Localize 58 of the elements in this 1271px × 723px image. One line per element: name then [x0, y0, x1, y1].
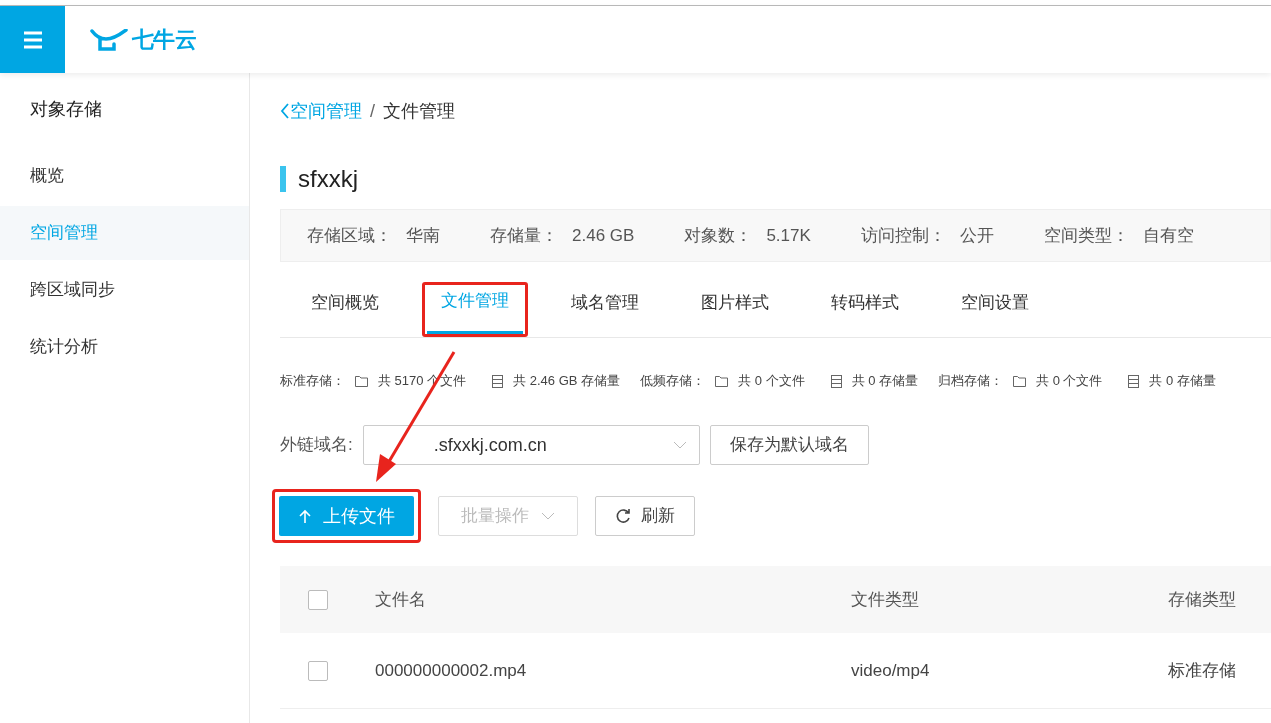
tab[interactable]: 转码样式 — [817, 288, 913, 334]
domain-label: 外链域名: — [280, 434, 353, 457]
tab[interactable]: 空间概览 — [297, 288, 393, 334]
stat-size: 共 0 存储量 — [1149, 372, 1216, 391]
info-value: 5.17K — [766, 224, 811, 247]
tab[interactable]: 图片样式 — [687, 288, 783, 334]
chevron-left-icon — [280, 103, 290, 119]
folder-icon — [1013, 375, 1026, 387]
tab[interactable]: 域名管理 — [557, 288, 653, 334]
arrow-up-icon — [298, 509, 311, 523]
table-cell: video/mp4 — [851, 660, 930, 680]
stat-label: 低频存储： — [640, 372, 706, 391]
sidebar-item[interactable]: 概览 — [0, 149, 249, 203]
folder-icon — [355, 375, 368, 387]
stat-label: 标准存储： — [280, 372, 345, 391]
info-value: 公开 — [959, 224, 994, 247]
refresh-icon — [615, 508, 631, 524]
save-default-domain-button[interactable]: 保存为默认域名 — [709, 425, 869, 465]
info-label: 存储量： — [490, 224, 558, 247]
table-cell: 标准存储 — [1168, 660, 1236, 680]
menu-icon — [22, 30, 43, 49]
sidebar-title: 对象存储 — [29, 98, 103, 121]
breadcrumb-current: 文件管理 — [383, 99, 455, 123]
info-label: 访问控制： — [860, 224, 946, 247]
bucket-name: sfxxkj — [298, 164, 358, 194]
info-value: 自有空 — [1142, 224, 1194, 247]
domain-select[interactable]: .sfxxkj.com.cn — [362, 425, 700, 465]
stat-files: 共 0 个文件 — [1036, 372, 1103, 391]
info-label: 空间类型： — [1043, 224, 1129, 247]
heading-accent-bar — [280, 166, 286, 192]
info-value: 2.46 GB — [572, 224, 635, 247]
sidebar-item[interactable]: 统计分析 — [0, 320, 249, 374]
stat-label: 归档存储： — [938, 372, 1003, 391]
bull-horns-logo-icon — [90, 28, 128, 51]
tab[interactable]: 空间设置 — [947, 288, 1043, 334]
storage-icon — [1128, 374, 1140, 388]
checkbox[interactable] — [308, 589, 328, 610]
info-value: 华南 — [406, 224, 440, 247]
table-cell: 000000000002.mp4 — [375, 660, 527, 680]
folder-icon — [715, 375, 729, 387]
storage-icon — [830, 374, 842, 388]
logo-text: 七牛云 — [132, 26, 197, 54]
storage-icon — [492, 374, 504, 388]
column-header: 存储类型 — [1168, 589, 1236, 609]
stat-files: 共 0 个文件 — [738, 372, 805, 391]
column-header: 文件名 — [375, 589, 426, 609]
column-header: 文件类型 — [851, 589, 919, 609]
stat-size: 共 2.46 GB 存储量 — [513, 372, 621, 391]
refresh-button[interactable]: 刷新 — [595, 496, 695, 536]
breadcrumb-separator: / — [370, 99, 375, 123]
info-label: 对象数： — [684, 224, 753, 247]
menu-button[interactable] — [0, 6, 65, 73]
stat-size: 共 0 存储量 — [851, 372, 918, 391]
info-label: 存储区域： — [307, 224, 392, 247]
checkbox[interactable] — [308, 660, 328, 681]
sidebar-item[interactable]: 跨区域同步 — [0, 263, 249, 317]
chevron-down-icon — [541, 512, 555, 520]
chevron-down-icon — [672, 441, 687, 449]
